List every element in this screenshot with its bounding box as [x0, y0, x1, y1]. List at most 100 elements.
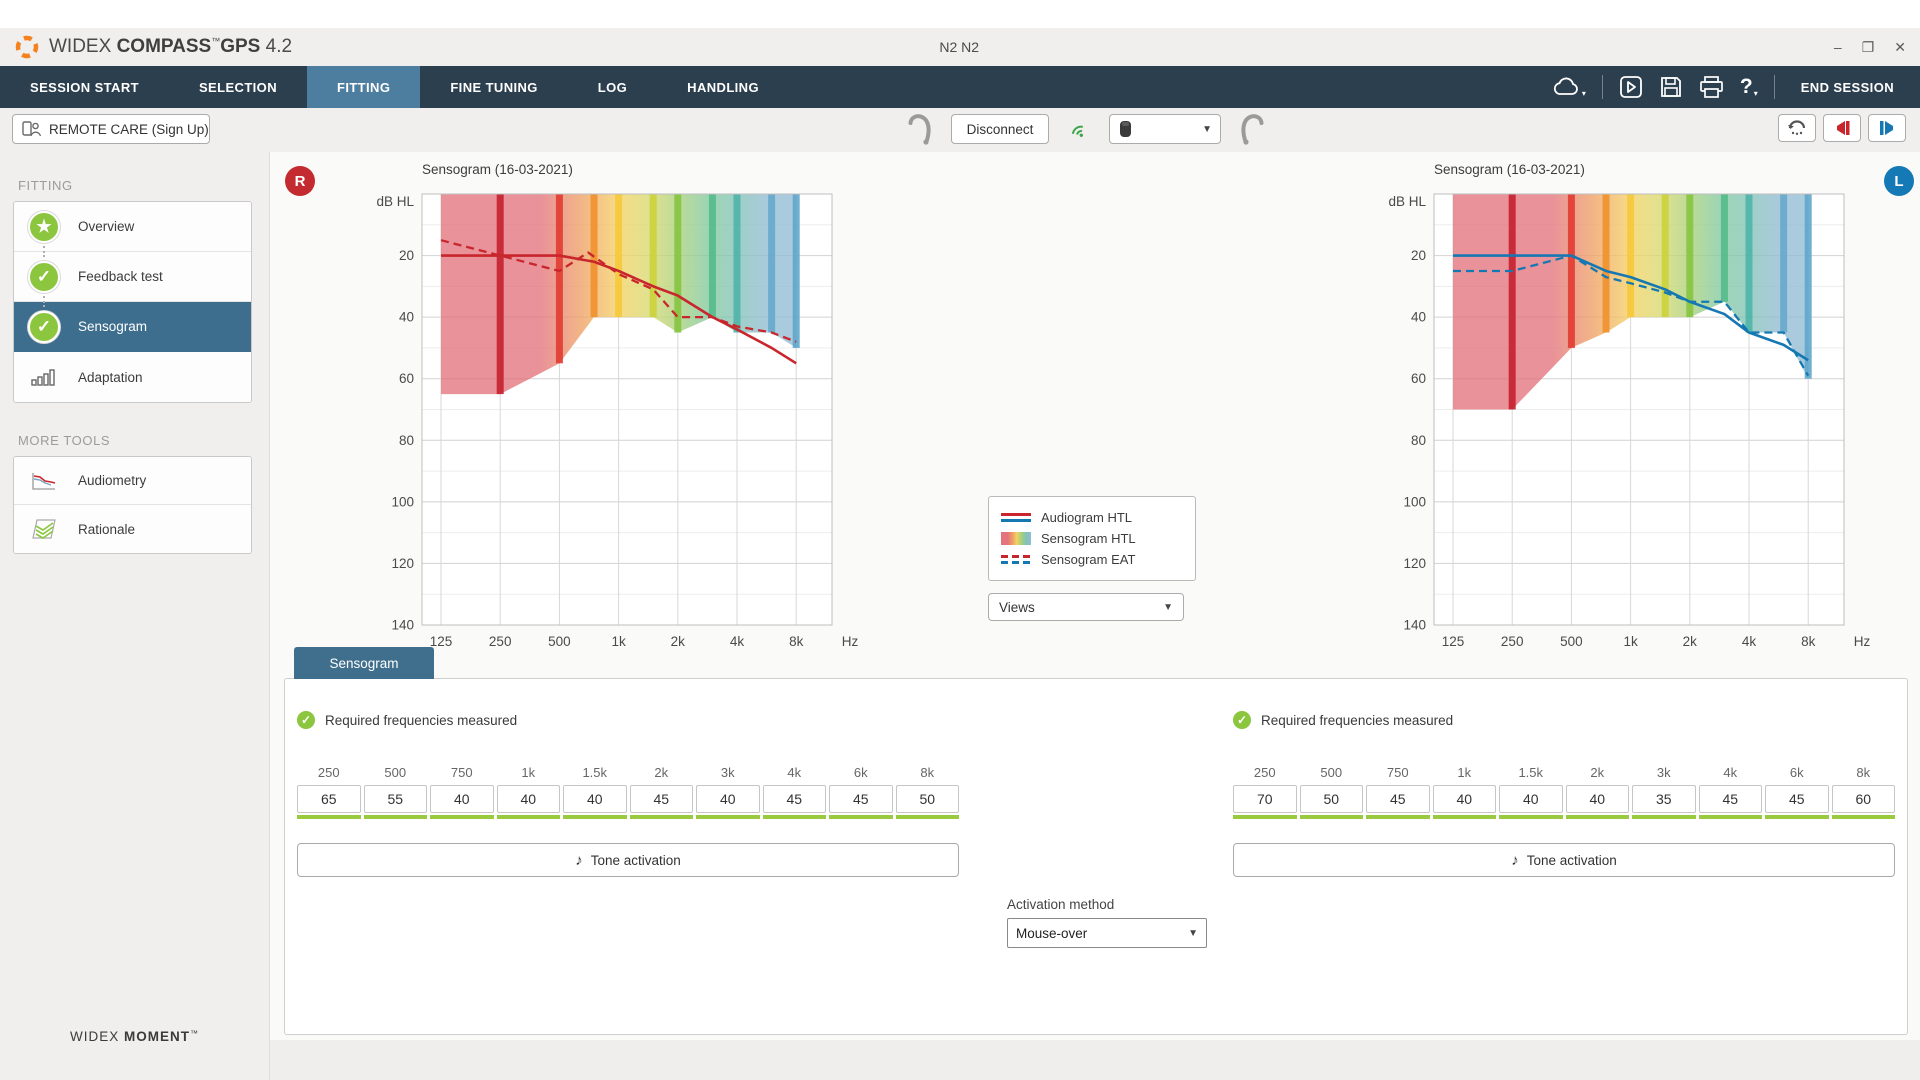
- minimize-icon[interactable]: –: [1834, 39, 1842, 55]
- freq-value-cell[interactable]: 45: [829, 785, 893, 813]
- save-icon[interactable]: [1659, 75, 1683, 99]
- tone-activation-label: Tone activation: [591, 853, 681, 868]
- freq-value-cell[interactable]: 40: [430, 785, 494, 813]
- activation-method-select[interactable]: Mouse-over ▼: [1007, 918, 1207, 948]
- sidebar-fitting-header: FITTING: [18, 178, 269, 193]
- freq-header: 500: [364, 765, 428, 785]
- brand-widex: WIDEX: [49, 36, 111, 57]
- left-hearing-aid-icon: [1239, 112, 1267, 146]
- mute-right-button[interactable]: [1823, 114, 1861, 142]
- freq-value-cell[interactable]: 45: [630, 785, 694, 813]
- help-icon[interactable]: ? ▾: [1740, 76, 1758, 98]
- freq-value-cell[interactable]: 40: [563, 785, 627, 813]
- legend-label: Sensogram HTL: [1041, 531, 1136, 546]
- cloud-caret-icon: ▾: [1582, 89, 1586, 98]
- star-icon: ★: [28, 211, 60, 243]
- play-session-icon[interactable]: [1619, 75, 1643, 99]
- svg-text:100: 100: [1403, 494, 1426, 509]
- close-icon[interactable]: ✕: [1894, 39, 1906, 56]
- svg-text:1k: 1k: [611, 634, 626, 649]
- check-icon: ✓: [1233, 711, 1251, 729]
- sidebar-item-rationale[interactable]: Rationale: [14, 505, 251, 553]
- freq-value-cell[interactable]: 40: [696, 785, 760, 813]
- tab-log[interactable]: LOG: [568, 66, 657, 108]
- step-connector: [43, 246, 45, 257]
- tab-session-start[interactable]: SESSION START: [0, 66, 169, 108]
- compass-gps-window: WIDEX COMPASS™GPS 4.2 N2 N2 – ❐ ✕ SESSIO…: [0, 0, 1920, 1080]
- rainbow-swatch: [1001, 532, 1031, 545]
- freq-value-cell[interactable]: 45: [1765, 785, 1829, 813]
- dropdown-caret-icon: ▼: [1163, 602, 1173, 613]
- freq-header: 750: [1366, 765, 1430, 785]
- freq-value-cell[interactable]: 50: [1300, 785, 1364, 813]
- freq-value-cell[interactable]: 45: [763, 785, 827, 813]
- audiometry-chart-icon: [28, 471, 60, 491]
- freq-value-cell[interactable]: 60: [1832, 785, 1896, 813]
- brand-compass: COMPASS: [117, 36, 212, 57]
- disconnect-button[interactable]: Disconnect: [951, 114, 1049, 144]
- print-icon[interactable]: [1699, 75, 1724, 99]
- freq-value-cell[interactable]: 40: [1566, 785, 1630, 813]
- tab-fitting[interactable]: FITTING: [307, 66, 420, 108]
- sensogram-panel-tab[interactable]: Sensogram: [294, 647, 434, 679]
- tab-fine-tuning[interactable]: FINE TUNING: [420, 66, 567, 108]
- svg-text:4k: 4k: [1742, 634, 1757, 649]
- chart-title-right: Sensogram (16-03-2021): [422, 162, 882, 182]
- views-label: Views: [999, 600, 1035, 615]
- freq-value-cell[interactable]: 40: [497, 785, 561, 813]
- tab-handling[interactable]: HANDLING: [657, 66, 789, 108]
- freq-value-cell[interactable]: 45: [1699, 785, 1763, 813]
- legend-item-audiogram-htl: Audiogram HTL: [1001, 507, 1183, 528]
- freq-value-cell[interactable]: 70: [1233, 785, 1297, 813]
- tab-selection[interactable]: SELECTION: [169, 66, 307, 108]
- freq-value-cell[interactable]: 50: [896, 785, 960, 813]
- sidebar-item-audiometry[interactable]: Audiometry: [14, 457, 251, 505]
- right-speaker-icon: [1832, 119, 1852, 137]
- mute-left-button[interactable]: [1868, 114, 1906, 142]
- freq-value-cell[interactable]: 55: [364, 785, 428, 813]
- check-icon: ✓: [28, 261, 60, 293]
- help-caret-icon: ▾: [1754, 89, 1758, 98]
- fitting-steps-box: ★ Overview ✓ Feedback test ✓ Sensogram: [13, 201, 252, 403]
- tone-activation-button-left[interactable]: ♪ Tone activation: [1233, 843, 1895, 877]
- sensogram-chart-right[interactable]: 204060801001201401252505001k2k4k8kHzdB H…: [342, 182, 882, 662]
- svg-text:125: 125: [430, 634, 453, 649]
- sensogram-chart-left-block: Sensogram (16-03-2021) 20406080100120140…: [1354, 162, 1894, 667]
- rationale-curves-icon: [28, 518, 60, 540]
- activation-method-group: Activation method Mouse-over ▼: [1007, 897, 1217, 948]
- sidebar-item-sensogram[interactable]: ✓ Sensogram: [14, 302, 251, 352]
- views-dropdown[interactable]: Views ▼: [988, 593, 1184, 621]
- legend-item-sensogram-htl: Sensogram HTL: [1001, 528, 1183, 549]
- tone-activation-button-right[interactable]: ♪ Tone activation: [297, 843, 959, 877]
- sidebar-item-overview[interactable]: ★ Overview: [14, 202, 251, 252]
- sensogram-chart-left[interactable]: 204060801001201401252505001k2k4k8kHzdB H…: [1354, 182, 1894, 662]
- svg-text:125: 125: [1442, 634, 1465, 649]
- remote-care-icon: [22, 120, 42, 138]
- main-content: R L Sensogram (16-03-2021) 2040608010012…: [270, 152, 1920, 1040]
- device-dropdown[interactable]: ▼: [1109, 114, 1221, 144]
- window-controls: – ❐ ✕: [1834, 39, 1906, 56]
- freq-header: 3k: [696, 765, 760, 785]
- activation-method-value: Mouse-over: [1016, 926, 1087, 941]
- restore-icon[interactable]: ❐: [1862, 39, 1875, 56]
- freq-value-cell[interactable]: 35: [1632, 785, 1696, 813]
- measured-underline: [563, 815, 627, 819]
- freq-value-cell[interactable]: 40: [1433, 785, 1497, 813]
- freq-value-cell[interactable]: 45: [1366, 785, 1430, 813]
- sidebar-item-feedback-test[interactable]: ✓ Feedback test: [14, 252, 251, 302]
- device-thumbnail-icon: [1118, 119, 1133, 139]
- svg-text:80: 80: [1411, 433, 1426, 448]
- sidebar-item-adaptation[interactable]: Adaptation: [14, 352, 251, 402]
- cloud-icon[interactable]: ▾: [1551, 76, 1586, 98]
- measured-underline: [1499, 815, 1563, 819]
- svg-text:80: 80: [399, 433, 414, 448]
- chart-title-left: Sensogram (16-03-2021): [1434, 162, 1894, 182]
- freq-value-cell[interactable]: 65: [297, 785, 361, 813]
- freq-value-cell[interactable]: 40: [1499, 785, 1563, 813]
- undo-button[interactable]: [1778, 114, 1816, 142]
- svg-text:8k: 8k: [789, 634, 804, 649]
- end-session-button[interactable]: END SESSION: [1791, 80, 1904, 95]
- svg-text:40: 40: [1411, 310, 1426, 325]
- freq-header: 750: [430, 765, 494, 785]
- remote-care-button[interactable]: REMOTE CARE (Sign Up): [12, 114, 210, 144]
